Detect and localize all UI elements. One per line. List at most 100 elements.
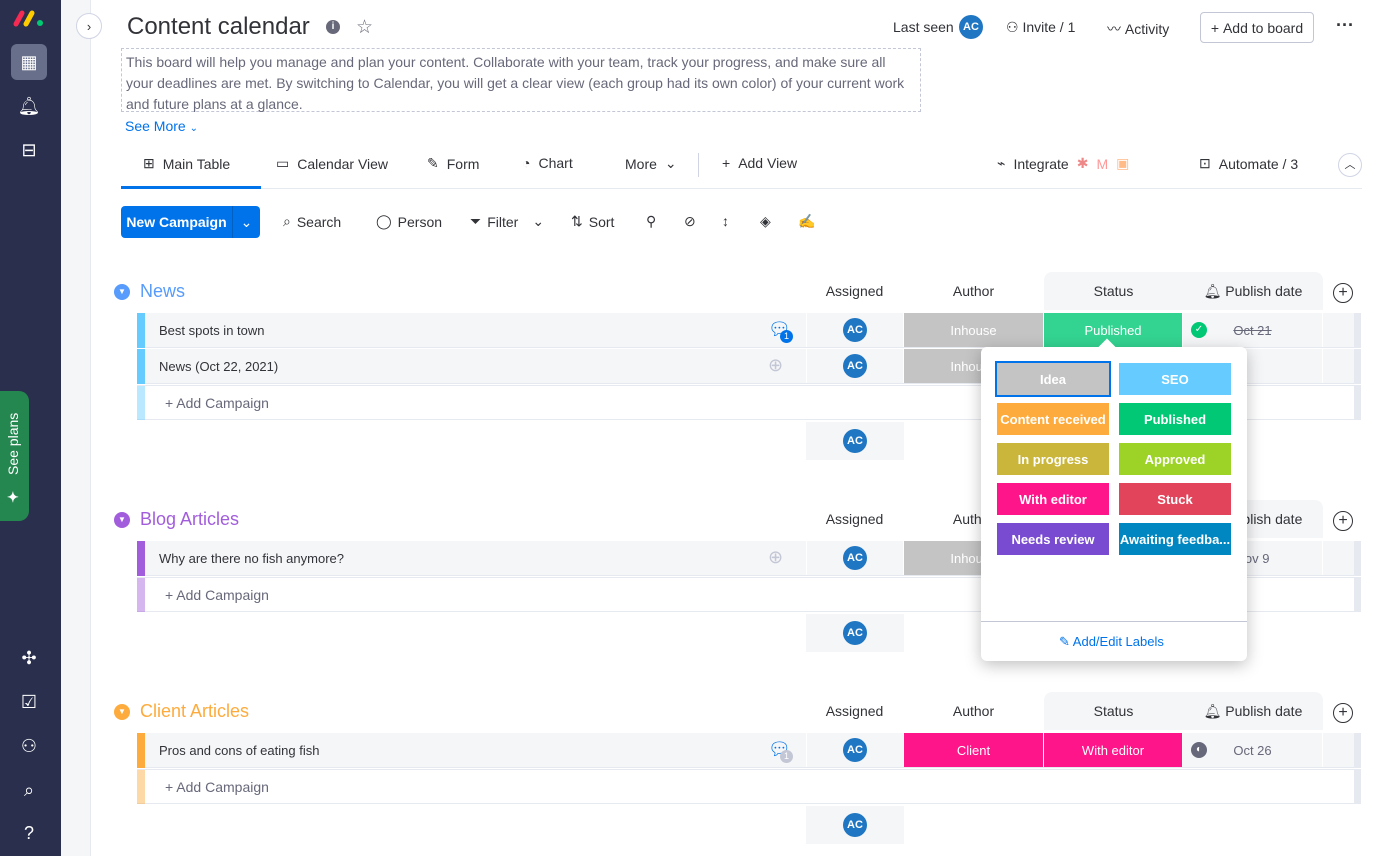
person-filter-button[interactable]: ◯ Person: [376, 213, 442, 230]
gmail-icon: M: [1096, 155, 1109, 172]
avatar[interactable]: AC: [959, 15, 983, 39]
item-name[interactable]: Pros and cons of eating fish: [159, 743, 319, 758]
invite-user-icon[interactable]: ⚇: [11, 728, 47, 764]
expand-sidebar-button[interactable]: ›: [76, 13, 102, 39]
collapse-group-icon[interactable]: ▼: [114, 511, 130, 528]
assigned-cell[interactable]: AC: [806, 733, 904, 767]
status-option[interactable]: In progress: [997, 443, 1109, 475]
format-icon[interactable]: ✍: [798, 213, 815, 230]
group-title[interactable]: ▼ News: [114, 281, 185, 302]
info-icon[interactable]: i: [326, 20, 340, 34]
group-name[interactable]: News: [140, 281, 185, 302]
collapse-header-button[interactable]: ︿: [1338, 153, 1362, 177]
invite-button[interactable]: ⚇ Invite / 1: [1006, 19, 1075, 36]
status-option[interactable]: SEO: [1119, 363, 1231, 395]
integrate-button[interactable]: ⌁ Integrate ✱ M ▣: [997, 155, 1129, 172]
new-campaign-label[interactable]: New Campaign: [121, 206, 233, 238]
status-option[interactable]: Approved: [1119, 443, 1231, 475]
add-to-board-button[interactable]: + Add to board: [1200, 12, 1314, 43]
column-header-publish-date[interactable]: 🔔︎ Publish date: [1183, 272, 1323, 310]
filter-label: Filter: [487, 213, 519, 230]
tab-more[interactable]: More ⌄: [625, 155, 677, 172]
automate-button[interactable]: ⊡ Automate / 3: [1199, 155, 1298, 172]
board-description[interactable]: This board will help you manage and plan…: [121, 48, 921, 112]
chevron-down-icon[interactable]: ⌄: [233, 206, 260, 238]
tab-main-table[interactable]: ⊞ Main Table: [143, 155, 230, 172]
status-option[interactable]: Awaiting feedba...: [1119, 523, 1231, 555]
status-cell[interactable]: With editor: [1044, 733, 1183, 767]
table-row[interactable]: Best spots in town 💬︎ 1 AC Inhouse Publi…: [137, 313, 1361, 348]
filter-button[interactable]: ⏷ Filter ⌄: [470, 213, 544, 230]
add-campaign-input[interactable]: + Add Campaign: [165, 587, 269, 603]
group-name[interactable]: Client Articles: [140, 701, 249, 722]
assigned-cell[interactable]: AC: [806, 541, 904, 575]
item-name[interactable]: News (Oct 22, 2021): [159, 359, 278, 374]
activity-button[interactable]: 〰 Activity: [1107, 19, 1169, 39]
tab-form[interactable]: ✎ Form: [427, 155, 479, 172]
status-option[interactable]: With editor: [997, 483, 1109, 515]
group-title[interactable]: ▼ Blog Articles: [114, 509, 239, 530]
author-cell[interactable]: Client: [904, 733, 1044, 767]
row-edge: [1354, 578, 1361, 612]
apps-grid-icon[interactable]: ▦: [11, 44, 47, 80]
add-campaign-input[interactable]: + Add Campaign: [165, 395, 269, 411]
collapse-group-icon[interactable]: ▼: [114, 283, 130, 300]
collapse-group-icon[interactable]: ▼: [114, 703, 130, 720]
item-name[interactable]: Why are there no fish anymore?: [159, 551, 344, 566]
status-option[interactable]: Needs review: [997, 523, 1109, 555]
assigned-cell[interactable]: AC: [806, 313, 904, 347]
status-option[interactable]: Stuck: [1119, 483, 1231, 515]
add-campaign-input[interactable]: + Add Campaign: [165, 779, 269, 795]
column-header-assigned[interactable]: Assigned: [806, 692, 903, 730]
author-cell[interactable]: Inhouse: [904, 313, 1044, 347]
puzzle-icon[interactable]: ✣: [11, 640, 47, 676]
status-cell[interactable]: Published: [1044, 313, 1183, 347]
row-height-icon[interactable]: ↕: [722, 213, 729, 229]
side-strip: [61, 0, 91, 856]
calendar-check-icon[interactable]: ☑: [11, 684, 47, 720]
sort-button[interactable]: ⇅ Sort: [571, 213, 614, 230]
column-header-publish-date[interactable]: 🔔︎ Publish date: [1183, 692, 1323, 730]
table-row[interactable]: Pros and cons of eating fish 💬︎ 1 AC Cli…: [137, 733, 1361, 768]
column-header-assigned[interactable]: Assigned: [806, 272, 903, 310]
chevron-down-icon[interactable]: ⌄: [532, 213, 544, 230]
search-icon[interactable]: ⌕: [11, 772, 47, 808]
see-more-link[interactable]: See More ⌄: [125, 118, 198, 134]
status-option[interactable]: Content received: [997, 403, 1109, 435]
pin-icon[interactable]: ⚲: [646, 213, 656, 230]
new-campaign-button[interactable]: New Campaign ⌄: [121, 206, 260, 238]
group-title[interactable]: ▼ Client Articles: [114, 701, 249, 722]
row-edge: [1354, 313, 1361, 348]
add-update-icon[interactable]: ⊕: [768, 355, 783, 376]
bell-icon[interactable]: 🔔︎: [11, 88, 47, 124]
add-column-icon[interactable]: +: [1333, 703, 1353, 723]
add-update-icon[interactable]: ⊕: [768, 547, 783, 568]
status-option[interactable]: Published: [1119, 403, 1231, 435]
inbox-icon[interactable]: ⊟: [11, 132, 47, 168]
column-header-assigned[interactable]: Assigned: [806, 500, 903, 538]
hide-icon[interactable]: ⊘: [684, 213, 696, 230]
monday-logo[interactable]: [12, 8, 46, 28]
color-fill-icon[interactable]: ◈: [760, 213, 771, 230]
add-column-icon[interactable]: +: [1333, 511, 1353, 531]
row-edge: [1354, 541, 1361, 576]
assigned-cell[interactable]: AC: [806, 349, 904, 383]
tab-calendar-view[interactable]: ▭ Calendar View: [276, 155, 388, 172]
column-header-author[interactable]: Author: [904, 692, 1043, 730]
item-name[interactable]: Best spots in town: [159, 323, 265, 338]
status-option[interactable]: Idea: [995, 361, 1111, 397]
edit-labels-button[interactable]: ✎ Add/Edit Labels: [1059, 634, 1164, 650]
add-view-button[interactable]: + Add View: [722, 155, 797, 171]
add-item-row[interactable]: + Add Campaign: [137, 769, 1361, 804]
star-icon[interactable]: ☆: [356, 16, 373, 39]
column-header-status[interactable]: Status: [1044, 692, 1183, 730]
column-header-author[interactable]: Author: [904, 272, 1043, 310]
column-header-status[interactable]: Status: [1044, 272, 1183, 310]
add-column-icon[interactable]: +: [1333, 283, 1353, 303]
group-name[interactable]: Blog Articles: [140, 509, 239, 530]
search-button[interactable]: ⌕ Search: [283, 213, 341, 230]
see-plans-button[interactable]: See plans ✦: [0, 391, 29, 521]
help-icon[interactable]: ?: [11, 815, 47, 851]
tab-chart[interactable]: ◔ Chart: [522, 155, 573, 171]
more-options-icon[interactable]: ···: [1336, 15, 1354, 36]
